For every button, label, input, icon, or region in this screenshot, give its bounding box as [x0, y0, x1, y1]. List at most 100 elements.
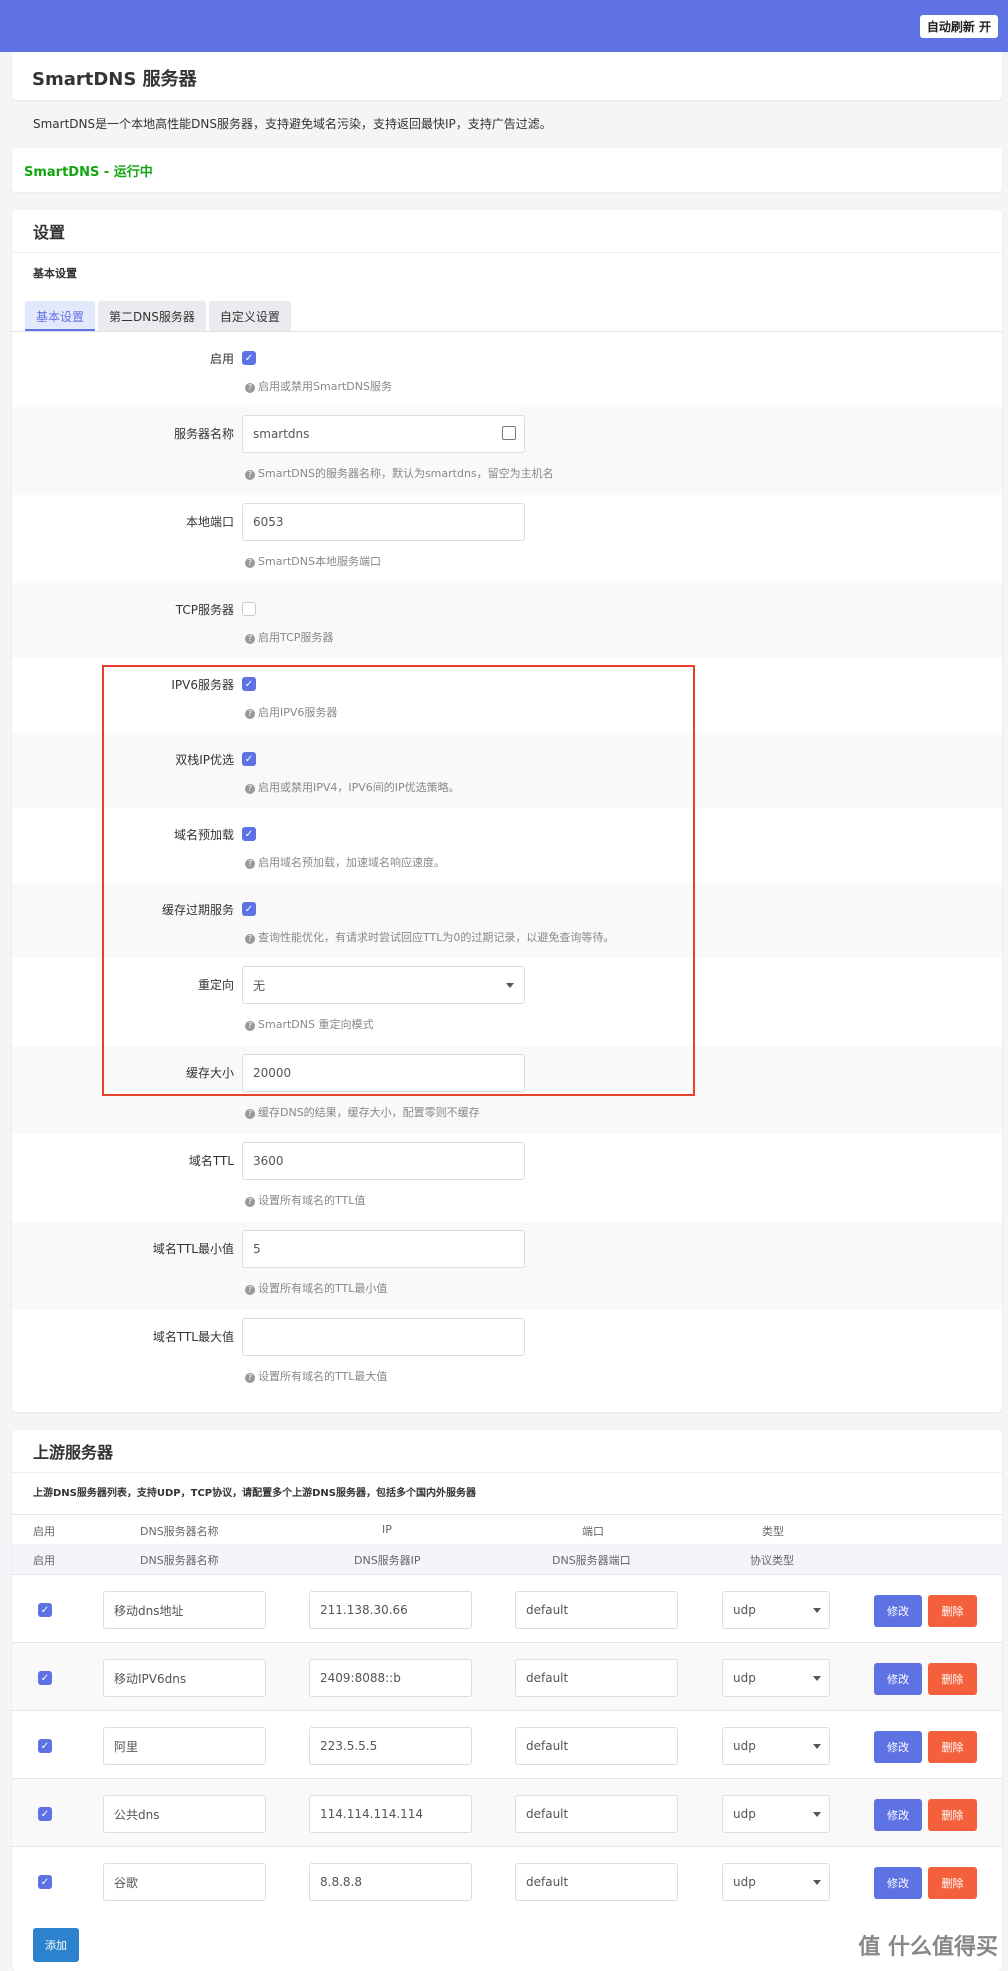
help-icon: ? [245, 634, 255, 644]
delete-button[interactable]: 删除 [928, 1799, 977, 1831]
delete-button[interactable]: 删除 [928, 1663, 977, 1695]
chevron-down-icon [813, 1676, 821, 1681]
enable-checkbox[interactable]: ✓ [242, 351, 256, 365]
row-enable-checkbox[interactable]: ✓ [38, 1739, 52, 1753]
edit-button[interactable]: 修改 [874, 1867, 922, 1899]
page-description: SmartDNS是一个本地高性能DNS服务器，支持避免域名污染，支持返回最快IP… [33, 117, 552, 131]
help-icon: ? [245, 383, 255, 393]
edit-button[interactable]: 修改 [874, 1799, 922, 1831]
field-help: ? 缓存DNS的结果，缓存大小，配置零则不缓存 [245, 1104, 480, 1120]
add-button[interactable]: 添加 [33, 1928, 79, 1962]
server-type-select[interactable]: udp [722, 1795, 830, 1833]
server-name-input[interactable]: 阿里 [103, 1727, 266, 1765]
field-label: 服务器名称 [173, 427, 234, 441]
server-type-select[interactable]: udp [722, 1659, 830, 1697]
server-ip-input[interactable]: 223.5.5.5 [309, 1727, 472, 1765]
server-ip-input[interactable]: 8.8.8.8 [309, 1863, 472, 1901]
table-row: ✓ 阿里 223.5.5.5 default udp 修改 删除 [12, 1710, 1002, 1778]
field-label: 本地端口 [185, 515, 234, 529]
ttl-max-input[interactable] [242, 1318, 525, 1356]
field-tcp-server: TCP服务器 ? 启用TCP服务器 [12, 583, 1002, 658]
server-port-input[interactable]: default [515, 1795, 678, 1833]
field-ttl-max: 域名TTL最大值 ? 设置所有域名的TTL最大值 [12, 1310, 1002, 1398]
col-enable: 启用 [33, 1525, 55, 1538]
field-label: 域名TTL [188, 1154, 234, 1168]
server-port-input[interactable]: default [515, 1591, 678, 1629]
server-ip-input[interactable]: 114.114.114.114 [309, 1795, 472, 1833]
settings-tabs: 基本设置 第二DNS服务器 自定义设置 [25, 301, 291, 331]
row-enable-checkbox[interactable]: ✓ [38, 1671, 52, 1685]
chevron-down-icon [813, 1608, 821, 1613]
col-ip-descr: DNS服务器IP [354, 1554, 421, 1567]
server-type-select[interactable]: udp [722, 1727, 830, 1765]
edit-button[interactable]: 修改 [874, 1595, 922, 1627]
server-type-select[interactable]: udp [722, 1863, 830, 1901]
chevron-down-icon [813, 1744, 821, 1749]
server-name-input[interactable]: smartdns [242, 415, 525, 453]
status-badge: SmartDNS - 运行中 [12, 148, 1002, 192]
field-help: ? SmartDNS本地服务端口 [245, 553, 381, 569]
upstream-description: 上游DNS服务器列表，支持UDP，TCP协议，请配置多个上游DNS服务器，包括多… [33, 1488, 476, 1499]
local-port-input[interactable]: 6053 [242, 503, 525, 541]
field-help: ? SmartDNS的服务器名称，默认为smartdns，留空为主机名 [245, 465, 554, 481]
server-ip-input[interactable]: 2409:8088::b [309, 1659, 472, 1697]
field-label: TCP服务器 [175, 603, 234, 617]
highlight-box [102, 665, 695, 1096]
col-port: 端口 [582, 1525, 604, 1538]
field-help: ? 设置所有域名的TTL值 [245, 1192, 365, 1208]
page-title: SmartDNS 服务器 [12, 52, 1002, 100]
table-row: ✓ 公共dns 114.114.114.114 default udp 修改 删… [12, 1778, 1002, 1846]
col-type: 类型 [762, 1525, 784, 1538]
col-ip: IP [382, 1523, 392, 1536]
tab-second-dns[interactable]: 第二DNS服务器 [98, 301, 206, 331]
settings-subtitle: 基本设置 [33, 267, 77, 280]
autorefresh-toggle[interactable]: 自动刷新 开 [919, 15, 998, 38]
server-port-input[interactable]: default [515, 1727, 678, 1765]
delete-button[interactable]: 删除 [928, 1595, 977, 1627]
table-row: ✓ 谷歌 8.8.8.8 default udp 修改 删除 [12, 1846, 1002, 1914]
table-header-descr: 启用 DNS服务器名称 DNS服务器IP DNS服务器端口 协议类型 [12, 1544, 1002, 1574]
field-ttl: 域名TTL 3600 ? 设置所有域名的TTL值 [12, 1134, 1002, 1222]
watermark: 值 什么值得买 [858, 1935, 998, 1960]
field-server-name: 服务器名称 smartdns ? SmartDNS的服务器名称，默认为smartd… [12, 407, 1002, 495]
chevron-down-icon [813, 1812, 821, 1817]
server-name-input[interactable]: 公共dns [103, 1795, 266, 1833]
edit-button[interactable]: 修改 [874, 1663, 922, 1695]
server-port-input[interactable]: default [515, 1863, 678, 1901]
tab-basic[interactable]: 基本设置 [25, 301, 96, 331]
edit-button[interactable]: 修改 [874, 1731, 922, 1763]
field-help: ? 设置所有域名的TTL最小值 [245, 1280, 387, 1296]
server-port-input[interactable]: default [515, 1659, 678, 1697]
upstream-title: 上游服务器 [33, 1443, 114, 1462]
upstream-section: 上游服务器 上游DNS服务器列表，支持UDP，TCP协议，请配置多个上游DNS服… [12, 1430, 1002, 1971]
delete-button[interactable]: 删除 [928, 1867, 977, 1899]
id-card-icon [502, 426, 516, 440]
field-enable: 启用 ✓ ? 启用或禁用SmartDNS服务 [12, 332, 1002, 407]
ttl-input[interactable]: 3600 [242, 1142, 525, 1180]
server-name-input[interactable]: 谷歌 [103, 1863, 266, 1901]
table-row: ✓ 移动IPV6dns 2409:8088::b default udp 修改 … [12, 1642, 1002, 1710]
divider [12, 1472, 1002, 1473]
field-label: 域名TTL最小值 [152, 1242, 234, 1256]
server-ip-input[interactable]: 211.138.30.66 [309, 1591, 472, 1629]
tcp-server-checkbox[interactable] [242, 602, 256, 616]
help-icon: ? [245, 558, 255, 568]
field-help: ? 启用或禁用SmartDNS服务 [245, 378, 392, 394]
help-icon: ? [245, 1197, 255, 1207]
server-type-select[interactable]: udp [722, 1591, 830, 1629]
ttl-min-input[interactable]: 5 [242, 1230, 525, 1268]
field-ttl-min: 域名TTL最小值 5 ? 设置所有域名的TTL最小值 [12, 1222, 1002, 1310]
help-icon: ? [245, 1373, 255, 1383]
chevron-down-icon [813, 1880, 821, 1885]
row-enable-checkbox[interactable]: ✓ [38, 1875, 52, 1889]
row-enable-checkbox[interactable]: ✓ [38, 1807, 52, 1821]
server-name-input[interactable]: 移动IPV6dns [103, 1659, 266, 1697]
delete-button[interactable]: 删除 [928, 1731, 977, 1763]
tab-custom[interactable]: 自定义设置 [208, 301, 291, 331]
server-name-input[interactable]: 移动dns地址 [103, 1591, 266, 1629]
field-label: 启用 [209, 352, 234, 366]
top-bar: 自动刷新 开 [0, 0, 1008, 52]
help-icon: ? [245, 1109, 255, 1119]
row-enable-checkbox[interactable]: ✓ [38, 1603, 52, 1617]
field-label: 域名TTL最大值 [152, 1330, 234, 1344]
